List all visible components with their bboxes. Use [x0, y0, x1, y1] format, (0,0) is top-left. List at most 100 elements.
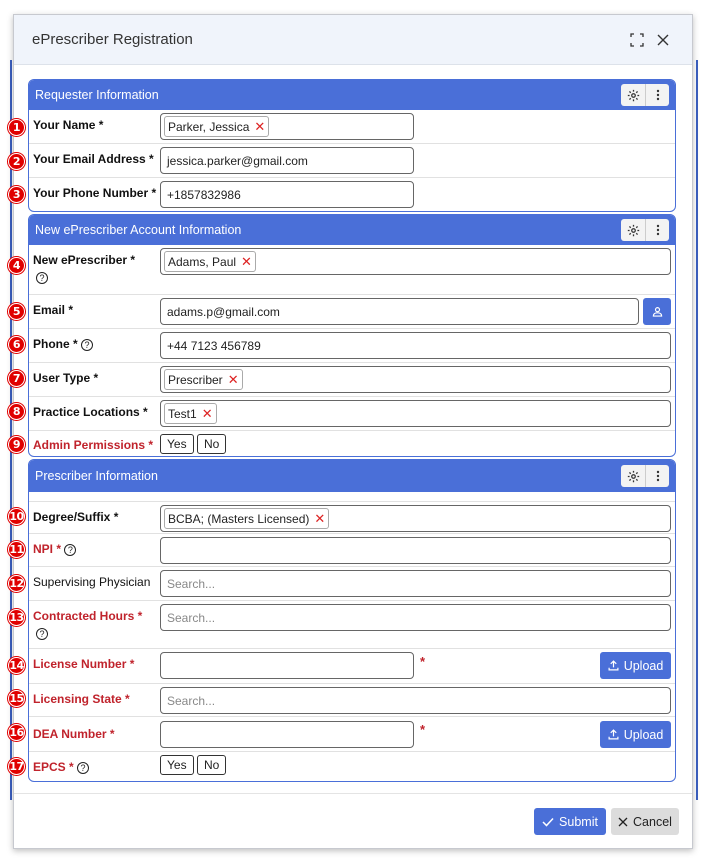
- required-indicator: *: [420, 722, 426, 737]
- required-indicator: *: [420, 654, 426, 669]
- field-label: User Type *: [33, 371, 99, 385]
- gear-icon[interactable]: [621, 219, 645, 241]
- more-vertical-icon[interactable]: [645, 465, 669, 487]
- form-row-your-name: Your Name * Parker, Jessica ✕: [29, 110, 675, 144]
- annotation-marker: 9: [8, 436, 25, 453]
- field-label: Licensing State *: [33, 692, 130, 706]
- annotation-marker: 17: [8, 758, 25, 775]
- annotation-marker: 2: [8, 153, 25, 170]
- admin-no-button[interactable]: No: [197, 434, 227, 454]
- annotation-marker: 7: [8, 370, 25, 387]
- dea-number-field[interactable]: [160, 721, 414, 748]
- upload-icon: [608, 729, 619, 740]
- account-section: New ePrescriber Account Information New …: [28, 214, 676, 457]
- new-eprescriber-field[interactable]: Adams, Paul ✕: [160, 248, 671, 275]
- email-field[interactable]: adams.p@gmail.com: [160, 298, 639, 325]
- your-phone-field[interactable]: +1857832986: [160, 181, 414, 208]
- selected-chip: Test1 ✕: [164, 403, 217, 424]
- close-icon[interactable]: [652, 29, 674, 51]
- field-label: EPCS * ?: [33, 760, 90, 774]
- admin-yes-button[interactable]: Yes: [160, 434, 194, 454]
- annotation-marker: 6: [8, 336, 25, 353]
- backdrop-edge: [696, 60, 698, 800]
- submit-button[interactable]: Submit: [534, 808, 606, 835]
- form-row-new-eprescriber: New ePrescriber *? Adams, Paul ✕: [29, 245, 675, 295]
- check-icon: [542, 817, 554, 827]
- annotation-marker: 10: [8, 508, 25, 525]
- selected-chip: Adams, Paul ✕: [164, 251, 256, 272]
- help-icon[interactable]: ?: [36, 628, 48, 640]
- more-vertical-icon[interactable]: [645, 219, 669, 241]
- form-row-epcs: EPCS * ? Yes No: [29, 752, 675, 781]
- section-header: Prescriber Information: [29, 460, 675, 492]
- field-label: Contracted Hours *?: [33, 609, 143, 640]
- help-icon[interactable]: ?: [77, 761, 90, 774]
- annotation-marker: 5: [8, 303, 25, 320]
- selected-chip: BCBA; (Masters Licensed) ✕: [164, 508, 330, 529]
- supervising-physician-search[interactable]: Search...: [160, 570, 671, 597]
- field-label: New ePrescriber *?: [33, 253, 136, 284]
- remove-icon[interactable]: ✕: [314, 511, 325, 527]
- footer-divider: [14, 793, 692, 794]
- backdrop-edge: [10, 60, 12, 800]
- selected-chip: Prescriber ✕: [164, 369, 243, 390]
- user-type-field[interactable]: Prescriber ✕: [160, 366, 671, 393]
- gear-icon[interactable]: [621, 84, 645, 106]
- licensing-state-search[interactable]: Search...: [160, 687, 671, 714]
- more-vertical-icon[interactable]: [645, 84, 669, 106]
- help-icon[interactable]: ?: [64, 543, 77, 556]
- field-label: Supervising Physician: [33, 575, 151, 589]
- selected-chip: Parker, Jessica ✕: [164, 116, 270, 137]
- user-lookup-button[interactable]: [643, 298, 671, 325]
- degree-suffix-field[interactable]: BCBA; (Masters Licensed) ✕: [160, 505, 671, 532]
- section-title: Prescriber Information: [35, 469, 158, 483]
- section-title: New ePrescriber Account Information: [35, 223, 242, 237]
- annotation-marker: 14: [8, 657, 25, 674]
- field-label: Degree/Suffix *: [33, 510, 119, 524]
- annotation-marker: 4: [8, 257, 25, 274]
- requester-section: Requester Information Your Name * Parker…: [28, 79, 676, 212]
- your-name-field[interactable]: Parker, Jessica ✕: [160, 113, 414, 140]
- remove-icon[interactable]: ✕: [241, 254, 252, 270]
- contracted-hours-search[interactable]: Search...: [160, 604, 671, 631]
- remove-icon[interactable]: ✕: [202, 406, 213, 422]
- annotation-marker: 16: [8, 724, 25, 741]
- npi-field[interactable]: [160, 537, 671, 564]
- epcs-yes-button[interactable]: Yes: [160, 755, 194, 775]
- registration-dialog: ePrescriber Registration Requester Infor…: [13, 14, 693, 849]
- license-number-field[interactable]: [160, 652, 414, 679]
- maximize-icon[interactable]: [626, 29, 648, 51]
- form-row-contracted-hours: Contracted Hours *? Search...: [29, 601, 675, 649]
- epcs-no-button[interactable]: No: [197, 755, 227, 775]
- section-header: Requester Information: [29, 80, 675, 110]
- practice-locations-field[interactable]: Test1 ✕: [160, 400, 671, 427]
- annotation-marker: 15: [8, 690, 25, 707]
- field-label: Admin Permissions *: [33, 438, 154, 452]
- section-title: Requester Information: [35, 88, 159, 102]
- field-label: Your Phone Number *: [33, 186, 157, 200]
- user-icon: [652, 307, 662, 317]
- license-upload-button[interactable]: Upload: [600, 652, 671, 679]
- form-row-license-number: License Number * * Upload: [29, 649, 675, 684]
- dea-upload-button[interactable]: Upload: [600, 721, 671, 748]
- form-row-your-phone: Your Phone Number * +1857832986: [29, 178, 675, 211]
- help-icon[interactable]: ?: [81, 338, 94, 351]
- field-label: Your Name *: [33, 118, 104, 132]
- form-row-supervising-physician: Supervising Physician Search...: [29, 567, 675, 601]
- dialog-title: ePrescriber Registration: [32, 31, 193, 48]
- cancel-button[interactable]: Cancel: [611, 808, 679, 835]
- upload-icon: [608, 660, 619, 671]
- phone-field[interactable]: +44 7123 456789: [160, 332, 671, 359]
- close-icon: [618, 817, 628, 826]
- remove-icon[interactable]: ✕: [228, 372, 239, 388]
- your-email-field[interactable]: jessica.parker@gmail.com: [160, 147, 414, 174]
- help-icon[interactable]: ?: [36, 272, 48, 284]
- form-row-your-email: Your Email Address * jessica.parker@gmai…: [29, 144, 675, 178]
- annotation-marker: 12: [8, 575, 25, 592]
- gear-icon[interactable]: [621, 465, 645, 487]
- remove-icon[interactable]: ✕: [254, 119, 265, 135]
- section-toolbar: [621, 219, 669, 241]
- field-label: License Number *: [33, 657, 135, 671]
- field-label: Your Email Address *: [33, 152, 154, 166]
- field-label: Practice Locations *: [33, 405, 148, 419]
